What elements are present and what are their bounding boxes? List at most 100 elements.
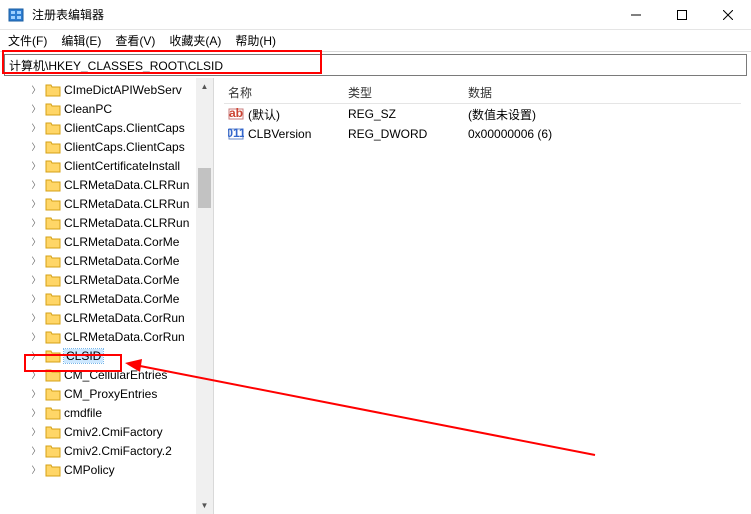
close-button[interactable]: [705, 0, 751, 29]
chevron-right-icon[interactable]: 〉: [30, 273, 42, 286]
tree-item-label: CLRMetaData.CLRRun: [64, 216, 189, 230]
chevron-right-icon[interactable]: 〉: [30, 368, 42, 381]
chevron-right-icon[interactable]: 〉: [30, 197, 42, 210]
tree-item-label: CMPolicy: [64, 463, 115, 477]
tree-item[interactable]: 〉 cmdfile: [0, 403, 196, 422]
chevron-right-icon[interactable]: 〉: [30, 387, 42, 400]
tree-item-label: ClientCaps.ClientCaps: [64, 121, 185, 135]
tree-scrollbar[interactable]: ▲ ▼: [196, 78, 213, 514]
menu-favorites[interactable]: 收藏夹(A): [169, 32, 221, 49]
value-row[interactable]: 011CLBVersionREG_DWORD0x00000006 (6): [224, 124, 741, 144]
regedit-icon: [8, 7, 24, 23]
menu-file[interactable]: 文件(F): [8, 32, 47, 49]
tree-item[interactable]: 〉 CLRMetaData.CorRun: [0, 308, 196, 327]
svg-text:ab: ab: [229, 106, 243, 120]
tree-item-label: CLRMetaData.CorMe: [64, 235, 179, 249]
tree-item[interactable]: 〉 CMPolicy: [0, 460, 196, 479]
tree-item-label: CleanPC: [64, 102, 112, 116]
tree-item[interactable]: 〉ClientCertificateInstall: [0, 156, 196, 175]
tree-item[interactable]: 〉 CLRMetaData.CorMe: [0, 289, 196, 308]
folder-icon: [45, 406, 61, 420]
tree-item[interactable]: 〉 CleanPC: [0, 99, 196, 118]
tree-item[interactable]: 〉 CLRMetaData.CLRRun: [0, 175, 196, 194]
tree-item-label: cmdfile: [64, 406, 102, 420]
tree-item-label: CLRMetaData.CorRun: [64, 311, 185, 325]
address-bar[interactable]: 计算机\HKEY_CLASSES_ROOT\CLSID: [4, 54, 747, 76]
folder-icon: [45, 444, 61, 458]
folder-icon: [45, 83, 61, 97]
folder-icon: [45, 216, 61, 230]
values-list[interactable]: ab(默认)REG_SZ(数值未设置)011CLBVersionREG_DWOR…: [224, 104, 741, 144]
scroll-down-icon[interactable]: ▼: [196, 497, 213, 514]
tree-item[interactable]: 〉 CM_ProxyEntries: [0, 384, 196, 403]
window-titlebar: 注册表编辑器: [0, 0, 751, 30]
folder-icon: [45, 273, 61, 287]
folder-icon: [45, 197, 61, 211]
tree-item[interactable]: 〉Cmiv2.CmiFactory: [0, 422, 196, 441]
tree-item[interactable]: 〉ClientCaps.ClientCaps: [0, 137, 196, 156]
tree-item-label: CLSID: [64, 349, 103, 363]
values-pane: 名称 类型 数据 ab(默认)REG_SZ(数值未设置)011CLBVersio…: [214, 78, 751, 514]
tree-item-label: CLRMetaData.CorRun: [64, 330, 185, 344]
tree-item-label: CLRMetaData.CLRRun: [64, 178, 189, 192]
column-name[interactable]: 名称: [224, 84, 344, 101]
scroll-up-icon[interactable]: ▲: [196, 78, 213, 95]
chevron-right-icon[interactable]: 〉: [30, 178, 42, 191]
svg-text:011: 011: [228, 126, 244, 140]
tree-item[interactable]: 〉 CLRMetaData.CLRRun: [0, 213, 196, 232]
folder-icon: [45, 311, 61, 325]
folder-icon: [45, 368, 61, 382]
chevron-right-icon[interactable]: 〉: [30, 254, 42, 267]
folder-icon: [45, 140, 61, 154]
folder-icon: [45, 159, 61, 173]
chevron-right-icon[interactable]: 〉: [30, 311, 42, 324]
menu-edit[interactable]: 编辑(E): [61, 32, 101, 49]
address-path: 计算机\HKEY_CLASSES_ROOT\CLSID: [9, 57, 223, 74]
chevron-right-icon[interactable]: 〉: [30, 425, 42, 438]
folder-icon: [45, 254, 61, 268]
chevron-right-icon[interactable]: 〉: [30, 349, 42, 362]
value-row[interactable]: ab(默认)REG_SZ(数值未设置): [224, 104, 741, 124]
tree-item[interactable]: 〉 CLRMetaData.CorMe: [0, 270, 196, 289]
tree-item[interactable]: 〉 ClientCaps.ClientCaps: [0, 118, 196, 137]
folder-icon: [45, 178, 61, 192]
minimize-button[interactable]: [613, 0, 659, 29]
tree-item-label: CM_ProxyEntries: [64, 387, 157, 401]
chevron-right-icon[interactable]: 〉: [30, 444, 42, 457]
chevron-right-icon[interactable]: 〉: [30, 463, 42, 476]
chevron-right-icon[interactable]: 〉: [30, 406, 42, 419]
tree-item[interactable]: 〉 CLRMetaData.CorMe: [0, 232, 196, 251]
column-data[interactable]: 数据: [464, 84, 741, 101]
chevron-right-icon[interactable]: 〉: [30, 235, 42, 248]
tree-item-label: CLRMetaData.CorMe: [64, 254, 179, 268]
folder-icon: [45, 349, 61, 363]
chevron-right-icon[interactable]: 〉: [30, 330, 42, 343]
chevron-right-icon[interactable]: 〉: [30, 140, 42, 153]
chevron-right-icon[interactable]: 〉: [30, 216, 42, 229]
tree-item[interactable]: 〉Cmiv2.CmiFactory.2: [0, 441, 196, 460]
values-header: 名称 类型 数据: [224, 82, 741, 104]
tree-item[interactable]: 〉 CLRMetaData.CorMe: [0, 251, 196, 270]
registry-tree[interactable]: 〉CImeDictAPIWebServ〉CleanPC〉ClientCaps.C…: [0, 78, 196, 481]
tree-item[interactable]: 〉CLRMetaData.CLRRun: [0, 194, 196, 213]
column-type[interactable]: 类型: [344, 84, 464, 101]
maximize-button[interactable]: [659, 0, 705, 29]
chevron-right-icon[interactable]: 〉: [30, 83, 42, 96]
tree-item[interactable]: 〉CM_CellularEntries: [0, 365, 196, 384]
window-controls: [613, 0, 751, 29]
chevron-right-icon[interactable]: 〉: [30, 121, 42, 134]
folder-icon: [45, 330, 61, 344]
tree-item-label: CLRMetaData.CorMe: [64, 273, 179, 287]
chevron-right-icon[interactable]: 〉: [30, 292, 42, 305]
tree-item[interactable]: 〉 CLSID: [0, 346, 196, 365]
menu-view[interactable]: 查看(V): [115, 32, 155, 49]
tree-item[interactable]: 〉CImeDictAPIWebServ: [0, 80, 196, 99]
chevron-right-icon[interactable]: 〉: [30, 102, 42, 115]
tree-item[interactable]: 〉 CLRMetaData.CorRun: [0, 327, 196, 346]
tree-item-label: CLRMetaData.CorMe: [64, 292, 179, 306]
chevron-right-icon[interactable]: 〉: [30, 159, 42, 172]
menu-help[interactable]: 帮助(H): [235, 32, 276, 49]
folder-icon: [45, 121, 61, 135]
value-type: REG_DWORD: [344, 127, 464, 141]
scroll-thumb[interactable]: [198, 168, 211, 208]
